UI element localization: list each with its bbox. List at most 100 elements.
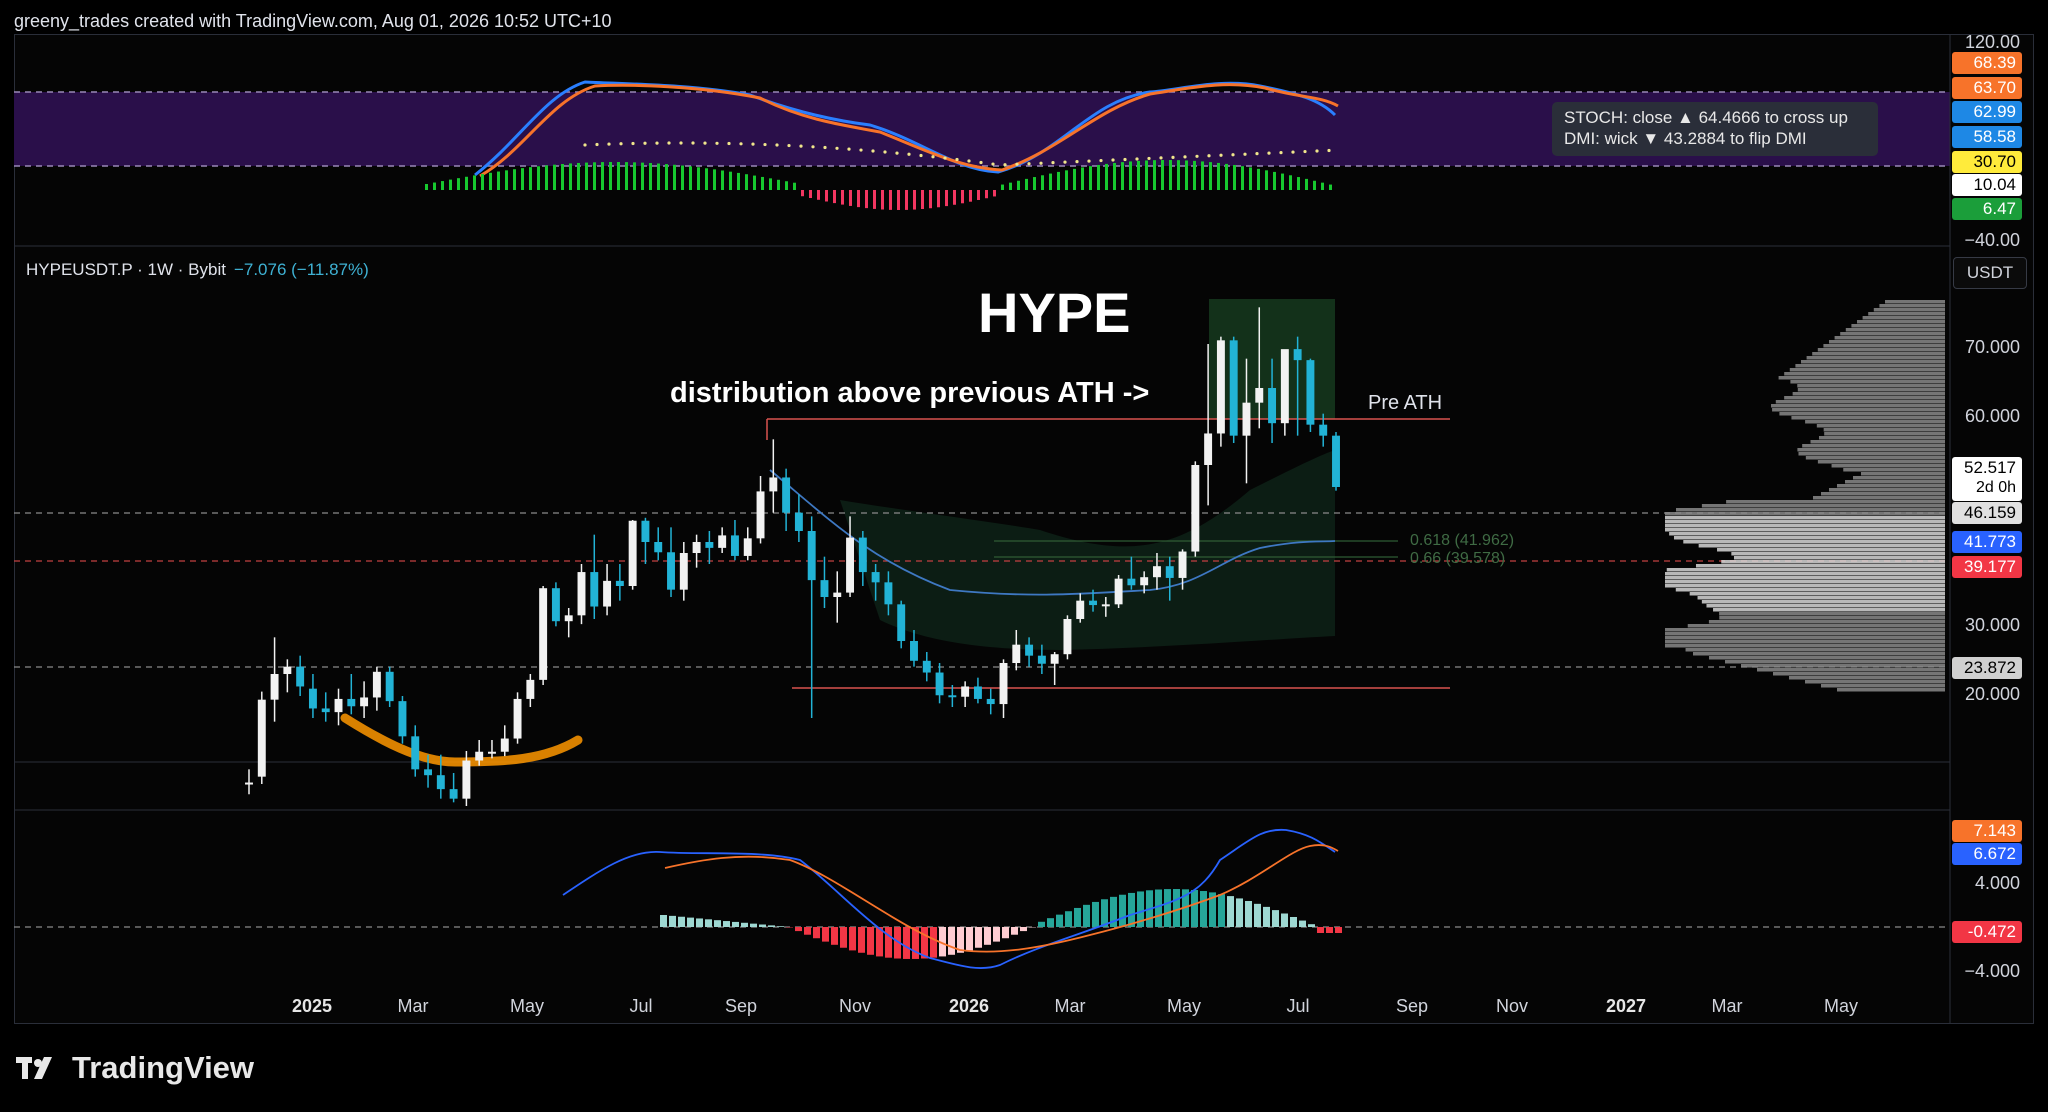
macd-hist-bar bbox=[1056, 914, 1063, 927]
volume-profile-bar bbox=[1695, 564, 1945, 568]
macd-hist-bar bbox=[867, 927, 874, 955]
dmi-dot bbox=[931, 155, 935, 159]
time-axis-label: Jul bbox=[1286, 996, 1310, 1016]
time-axis-label: Mar bbox=[397, 996, 429, 1016]
volume-profile-bar bbox=[1801, 360, 1945, 364]
stoch-value-tag: 63.70 bbox=[1952, 77, 2022, 99]
candle-body bbox=[705, 542, 714, 548]
bar-countdown: 2d 0h bbox=[1975, 479, 2016, 496]
macd-hist-bar bbox=[1155, 889, 1162, 927]
tradingview-brand: TradingView bbox=[72, 1050, 255, 1085]
dmi-dot bbox=[655, 141, 659, 145]
stoch-hist-bar bbox=[1137, 160, 1140, 190]
dmi-dot bbox=[631, 141, 635, 146]
stoch-hist-bar bbox=[1129, 161, 1132, 190]
dmi-dot bbox=[715, 141, 719, 145]
candle-body bbox=[1306, 360, 1315, 425]
stoch-hist-bar bbox=[881, 190, 884, 210]
dmi-dot bbox=[1159, 156, 1163, 160]
volume-profile-bar bbox=[1857, 320, 1945, 324]
volume-profile-bar bbox=[1784, 396, 1945, 400]
stoch-hist-bar bbox=[809, 190, 812, 199]
dmi-dot bbox=[607, 142, 611, 146]
volume-profile-bar bbox=[1721, 560, 1945, 564]
macd-hist-bar bbox=[1164, 889, 1171, 927]
stoch-hist-bar bbox=[1201, 161, 1204, 190]
macd-hist-bar bbox=[1173, 889, 1180, 927]
volume-profile-bar bbox=[1837, 688, 1945, 692]
stoch-hist-bar bbox=[1017, 180, 1020, 190]
currency-button[interactable]: USDT bbox=[1953, 257, 2027, 289]
volume-profile-bar bbox=[1693, 652, 1945, 656]
stoch-hist-bar bbox=[577, 162, 580, 190]
stoch-hist-bar bbox=[497, 171, 500, 190]
volume-profile-bar bbox=[1817, 348, 1945, 352]
candle-body bbox=[1255, 388, 1264, 403]
tooltip-line-1: STOCH: close ▲ 64.4666 to cross up bbox=[1564, 108, 1848, 127]
candle-body bbox=[820, 580, 829, 597]
candle-body bbox=[564, 615, 573, 622]
volume-profile-bar bbox=[1829, 340, 1945, 344]
stoch-hist-bar bbox=[1049, 173, 1052, 190]
candle-body bbox=[270, 674, 279, 700]
dmi-dot bbox=[907, 152, 911, 156]
stoch-hist-bar bbox=[865, 190, 868, 209]
macd-hist-bar bbox=[849, 927, 856, 951]
candle-body bbox=[871, 572, 880, 583]
volume-profile-bar bbox=[1823, 344, 1945, 348]
stoch-value-tag: 6.47 bbox=[1952, 198, 2022, 220]
macd-hist-bar bbox=[1092, 901, 1099, 927]
candle-body bbox=[577, 572, 586, 616]
stoch-hist-bar bbox=[1081, 167, 1084, 190]
stoch-hist-bar bbox=[785, 181, 788, 190]
stoch-hist-bar bbox=[761, 176, 764, 190]
stoch-hist-bar bbox=[641, 162, 644, 190]
volume-profile-bar bbox=[1813, 496, 1945, 500]
dmi-dot bbox=[691, 141, 695, 145]
candle-body bbox=[1216, 340, 1225, 434]
chart-canvas[interactable] bbox=[0, 0, 2048, 1112]
dmi-dot bbox=[979, 160, 983, 165]
stoch-hist-bar bbox=[913, 190, 916, 210]
stoch-hist-bar bbox=[745, 174, 748, 190]
candle-body bbox=[1204, 433, 1213, 465]
macd-hist-bar bbox=[795, 927, 802, 932]
candle-body bbox=[782, 477, 791, 513]
dmi-dot bbox=[1135, 157, 1139, 161]
candle-body bbox=[398, 701, 407, 737]
candle-body bbox=[1114, 578, 1123, 605]
candle-body bbox=[385, 671, 394, 702]
candle-body bbox=[743, 538, 752, 556]
fib-66-label: 0.66 (39.578) bbox=[1410, 550, 1506, 567]
dmi-dot bbox=[1039, 161, 1043, 165]
last-price-tag: 52.517 2d 0h bbox=[1952, 457, 2022, 501]
macd-hist-bar bbox=[1299, 920, 1306, 927]
stoch-hist-bar bbox=[1185, 160, 1188, 190]
volume-profile-bar bbox=[1861, 472, 1945, 476]
dmi-dot bbox=[1003, 163, 1007, 167]
volume-profile-bar bbox=[1805, 420, 1945, 424]
volume-profile-bar bbox=[1873, 308, 1945, 312]
volume-profile-bar bbox=[1843, 468, 1945, 472]
macd-hist-bar bbox=[1245, 901, 1252, 927]
dmi-dot bbox=[1027, 162, 1031, 166]
time-axis-label: Sep bbox=[1395, 996, 1429, 1016]
macd-hist-bar bbox=[1191, 889, 1198, 927]
macd-hist-bar bbox=[1200, 891, 1207, 927]
candle-body bbox=[628, 520, 637, 586]
macd-hist-bar bbox=[921, 927, 928, 959]
dmi-dot bbox=[1075, 160, 1079, 164]
tradingview-logo[interactable]: TradingView bbox=[16, 1050, 254, 1086]
stoch-hist-bar bbox=[1065, 170, 1068, 190]
dmi-dot bbox=[1147, 156, 1151, 161]
dmi-dot bbox=[943, 156, 947, 160]
volume-profile-bar bbox=[1806, 356, 1945, 360]
symbol-legend[interactable]: HYPEUSDT.P · 1W · Bybit −7.076 (−11.87%) bbox=[26, 260, 369, 280]
volume-profile-bar bbox=[1665, 580, 1945, 584]
candle-body bbox=[641, 520, 650, 542]
candle-body bbox=[884, 582, 893, 605]
time-axis-label: Sep bbox=[724, 996, 758, 1016]
macd-hist-bar bbox=[1317, 927, 1324, 933]
stoch-hist-bar bbox=[873, 190, 876, 209]
macd-hist-bar bbox=[948, 927, 955, 955]
